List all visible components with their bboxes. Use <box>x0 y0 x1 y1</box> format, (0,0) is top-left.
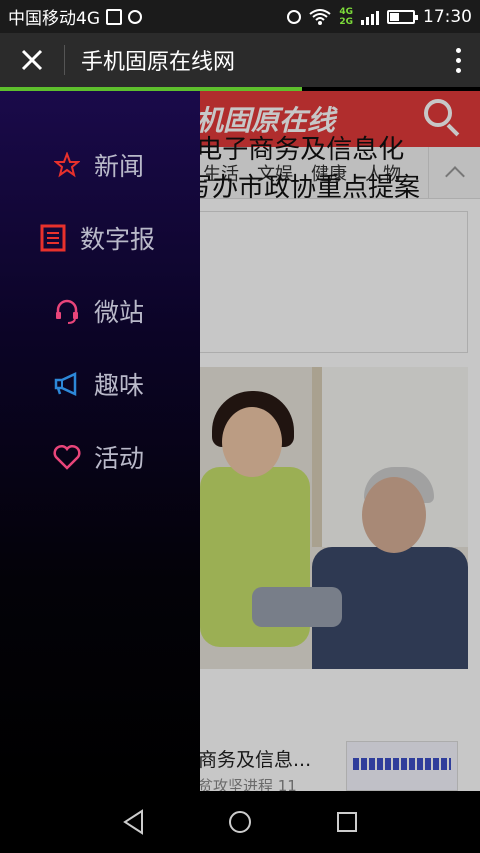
wifi-icon <box>309 8 331 25</box>
drawer-item-label: 活动 <box>94 444 145 473</box>
network-type-badges: 4G 2G <box>339 7 353 27</box>
recent-apps-icon <box>337 812 357 832</box>
newspaper-icon <box>38 223 68 253</box>
home-button[interactable] <box>222 804 258 840</box>
network-badge-2g: 2G <box>339 16 353 27</box>
drawer-item-label: 趣味 <box>94 371 145 400</box>
signal-strength-icon <box>361 9 379 25</box>
star-icon <box>52 150 82 180</box>
page-title: 手机固原在线网 <box>81 50 236 75</box>
drawer-item-microsite[interactable]: 微站 <box>0 281 200 341</box>
back-button[interactable] <box>116 804 152 840</box>
status-bar: 中国移动4G 4G 2G 17:30 <box>0 0 480 33</box>
drawer-item-label: 数字报 <box>80 225 156 254</box>
headset-icon <box>52 296 82 326</box>
system-navigation-bar <box>0 791 480 853</box>
back-triangle-icon <box>123 809 143 835</box>
drawer-item-events[interactable]: 活动 <box>0 427 200 487</box>
more-vert-icon <box>455 47 461 53</box>
title-divider <box>64 45 65 75</box>
app-title-bar: 手机固原在线网 <box>0 33 480 87</box>
app-notification-icon <box>128 9 142 24</box>
drawer-item-digital-paper[interactable]: 数字报 <box>0 208 200 268</box>
alarm-icon <box>287 9 302 24</box>
drawer-item-label: 新闻 <box>94 152 145 181</box>
network-badge-4g: 4G <box>339 6 353 17</box>
home-circle-icon <box>229 811 251 833</box>
recent-apps-button[interactable] <box>329 804 365 840</box>
close-icon <box>21 49 43 71</box>
battery-icon <box>387 9 418 24</box>
side-drawer: 新闻 数字报 微站 趣味 活动 <box>0 91 200 791</box>
close-button[interactable] <box>0 33 64 87</box>
megaphone-icon <box>52 369 82 399</box>
drawer-item-fun[interactable]: 趣味 <box>0 354 200 414</box>
drawer-item-label: 微站 <box>94 298 145 327</box>
heart-icon <box>52 442 82 472</box>
more-options-button[interactable] <box>436 33 480 87</box>
clock: 17:30 <box>423 6 472 27</box>
image-notification-icon <box>106 8 122 25</box>
drawer-item-news[interactable]: 新闻 <box>0 135 200 195</box>
carrier-label: 中国移动4G <box>8 9 100 29</box>
